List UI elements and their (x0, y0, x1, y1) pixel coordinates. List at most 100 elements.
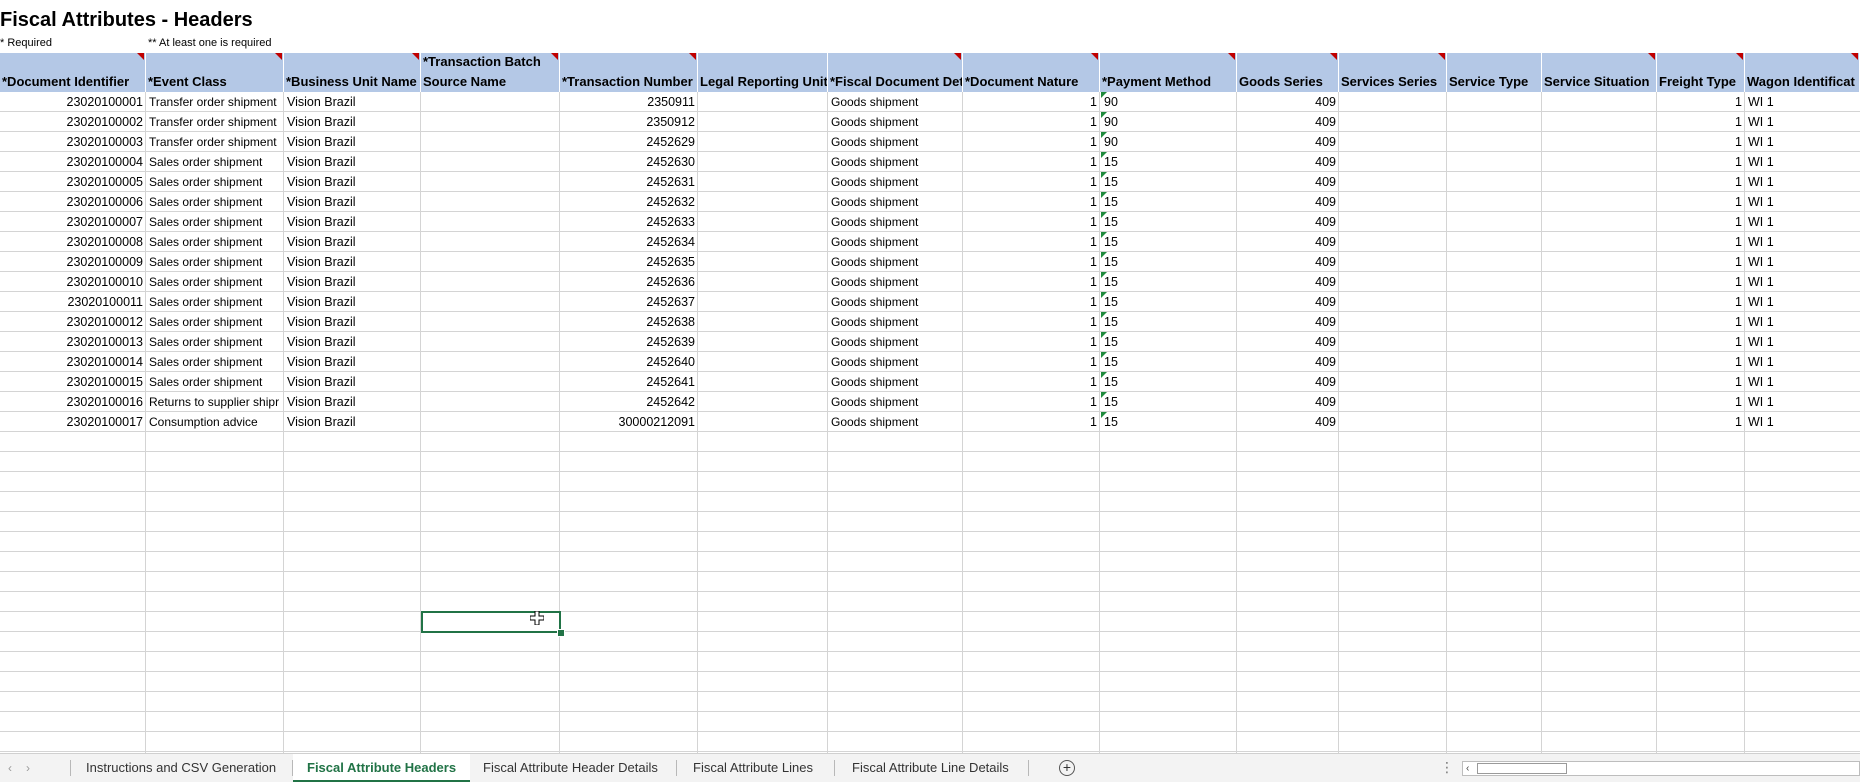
column-header[interactable]: *Fiscal Document Det (828, 53, 963, 92)
table-cell[interactable]: 15 (1100, 372, 1237, 392)
table-cell[interactable] (1542, 392, 1657, 412)
table-cell[interactable]: 1 (1657, 352, 1745, 372)
table-cell[interactable]: Vision Brazil (284, 352, 421, 372)
table-cell[interactable] (421, 372, 560, 392)
table-cell[interactable]: WI 1 (1745, 192, 1860, 212)
table-cell[interactable]: 23020100006 (0, 192, 146, 212)
column-header[interactable]: *Document Nature (963, 53, 1100, 92)
table-cell[interactable]: 2452637 (560, 292, 698, 312)
table-cell[interactable]: Goods shipment (828, 132, 963, 152)
table-cell[interactable]: 409 (1237, 112, 1339, 132)
sheet-tab[interactable]: Instructions and CSV Generation (72, 754, 290, 782)
table-cell[interactable]: Sales order shipment (146, 332, 284, 352)
table-cell[interactable] (698, 372, 828, 392)
table-cell[interactable] (421, 332, 560, 352)
table-cell[interactable] (1542, 212, 1657, 232)
table-cell[interactable] (1339, 92, 1447, 112)
table-cell[interactable]: Vision Brazil (284, 372, 421, 392)
table-cell[interactable] (421, 392, 560, 412)
table-cell[interactable]: Vision Brazil (284, 392, 421, 412)
scroll-left-icon[interactable]: ‹ (1466, 762, 1469, 775)
table-cell[interactable] (1339, 112, 1447, 132)
table-cell[interactable] (1339, 152, 1447, 172)
table-cell[interactable]: 1 (1657, 232, 1745, 252)
table-cell[interactable] (1339, 312, 1447, 332)
table-cell[interactable] (1339, 292, 1447, 312)
table-cell[interactable]: 23020100012 (0, 312, 146, 332)
table-cell[interactable]: 1 (963, 152, 1100, 172)
table-cell[interactable]: Goods shipment (828, 152, 963, 172)
table-cell[interactable]: 1 (1657, 412, 1745, 432)
table-cell[interactable]: 1 (963, 332, 1100, 352)
table-cell[interactable] (698, 252, 828, 272)
table-cell[interactable]: Goods shipment (828, 372, 963, 392)
table-cell[interactable]: 1 (1657, 152, 1745, 172)
table-cell[interactable] (1339, 172, 1447, 192)
table-cell[interactable]: 1 (1657, 112, 1745, 132)
table-cell[interactable]: WI 1 (1745, 292, 1860, 312)
table-cell[interactable]: Returns to supplier shipr (146, 392, 284, 412)
table-cell[interactable]: Vision Brazil (284, 172, 421, 192)
table-cell[interactable]: 2350911 (560, 92, 698, 112)
table-cell[interactable]: 15 (1100, 352, 1237, 372)
table-cell[interactable]: Sales order shipment (146, 292, 284, 312)
table-cell[interactable] (1542, 132, 1657, 152)
table-cell[interactable]: Goods shipment (828, 332, 963, 352)
table-cell[interactable] (698, 352, 828, 372)
table-cell[interactable] (698, 392, 828, 412)
table-cell[interactable]: 15 (1100, 392, 1237, 412)
table-cell[interactable]: 409 (1237, 292, 1339, 312)
table-cell[interactable]: 23020100007 (0, 212, 146, 232)
table-cell[interactable] (1542, 352, 1657, 372)
table-cell[interactable]: Goods shipment (828, 272, 963, 292)
column-header[interactable]: Goods Series (1237, 53, 1339, 92)
table-cell[interactable] (698, 132, 828, 152)
table-cell[interactable]: Transfer order shipment (146, 112, 284, 132)
table-cell[interactable] (1447, 312, 1542, 332)
table-cell[interactable] (1542, 192, 1657, 212)
table-cell[interactable]: 1 (963, 212, 1100, 232)
table-cell[interactable] (421, 252, 560, 272)
table-cell[interactable]: WI 1 (1745, 112, 1860, 132)
table-cell[interactable]: 15 (1100, 272, 1237, 292)
table-cell[interactable]: 1 (963, 172, 1100, 192)
table-cell[interactable] (421, 212, 560, 232)
table-cell[interactable]: Goods shipment (828, 252, 963, 272)
table-cell[interactable]: 1 (1657, 92, 1745, 112)
next-sheet-icon[interactable]: › (26, 761, 30, 775)
table-cell[interactable]: Vision Brazil (284, 272, 421, 292)
table-cell[interactable]: WI 1 (1745, 152, 1860, 172)
table-cell[interactable]: 1 (1657, 332, 1745, 352)
table-cell[interactable]: 1 (1657, 312, 1745, 332)
table-cell[interactable]: Sales order shipment (146, 192, 284, 212)
column-header[interactable]: Wagon Identificat (1745, 53, 1860, 92)
table-cell[interactable]: WI 1 (1745, 132, 1860, 152)
sheet-tab[interactable]: Fiscal Attribute Headers (293, 754, 471, 782)
table-cell[interactable]: Goods shipment (828, 172, 963, 192)
sheet-tab[interactable]: Fiscal Attribute Header Details (469, 754, 672, 782)
table-cell[interactable]: WI 1 (1745, 172, 1860, 192)
table-cell[interactable]: 23020100003 (0, 132, 146, 152)
table-cell[interactable]: 2452635 (560, 252, 698, 272)
table-cell[interactable]: 1 (963, 352, 1100, 372)
table-cell[interactable]: Goods shipment (828, 112, 963, 132)
table-cell[interactable]: 2452640 (560, 352, 698, 372)
scrollbar-thumb[interactable] (1477, 763, 1567, 774)
table-cell[interactable] (698, 272, 828, 292)
table-cell[interactable] (1447, 232, 1542, 252)
table-cell[interactable]: 2452629 (560, 132, 698, 152)
table-cell[interactable]: Goods shipment (828, 232, 963, 252)
table-cell[interactable]: 2452630 (560, 152, 698, 172)
table-cell[interactable]: Goods shipment (828, 92, 963, 112)
table-cell[interactable]: 15 (1100, 312, 1237, 332)
table-cell[interactable]: 409 (1237, 412, 1339, 432)
table-cell[interactable]: 409 (1237, 152, 1339, 172)
table-cell[interactable]: 15 (1100, 412, 1237, 432)
column-header[interactable]: *Transaction Number (560, 53, 698, 92)
table-cell[interactable] (698, 232, 828, 252)
table-cell[interactable]: WI 1 (1745, 212, 1860, 232)
table-cell[interactable]: Goods shipment (828, 212, 963, 232)
table-cell[interactable] (1447, 392, 1542, 412)
table-cell[interactable]: 1 (963, 232, 1100, 252)
table-cell[interactable]: 1 (963, 132, 1100, 152)
